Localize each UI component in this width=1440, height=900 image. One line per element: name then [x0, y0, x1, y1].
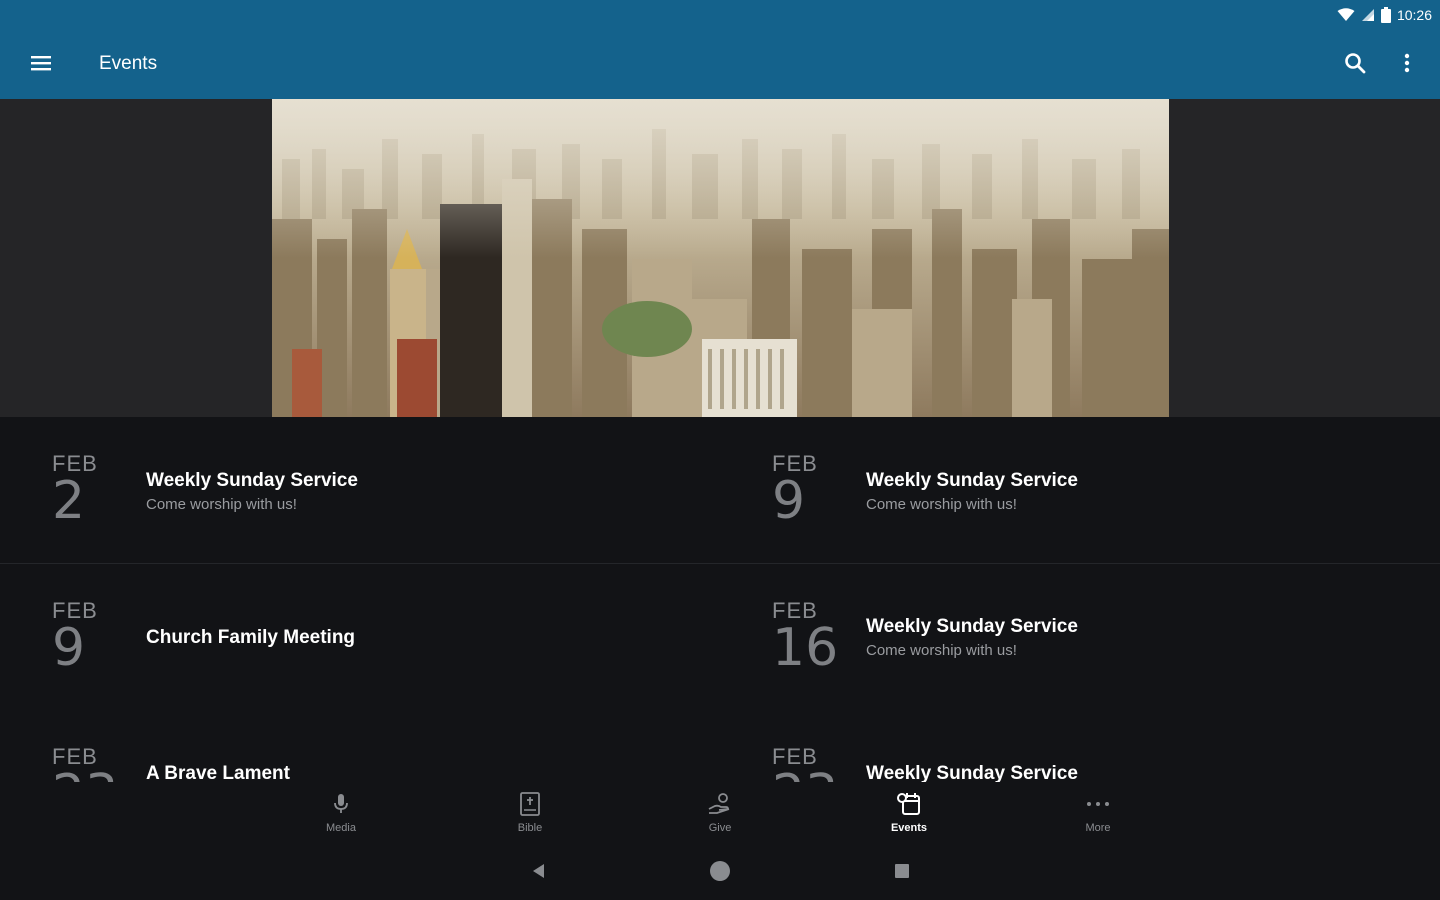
- nav-label: Give: [708, 822, 732, 834]
- event-title: Weekly Sunday Service: [866, 616, 1078, 637]
- recents-button[interactable]: [887, 858, 917, 888]
- give-hand-icon: [707, 790, 733, 818]
- home-button[interactable]: [705, 858, 735, 888]
- hero-image: [272, 99, 1169, 417]
- search-button[interactable]: [1338, 48, 1372, 82]
- menu-icon: [31, 55, 51, 76]
- event-card[interactable]: FEB 23 Weekly Sunday Service: [720, 710, 1440, 782]
- nav-label: More: [1085, 822, 1111, 834]
- event-day: 9: [52, 618, 86, 678]
- nav-label: Bible: [517, 822, 543, 834]
- status-bar: 10:26: [1337, 4, 1432, 26]
- menu-button[interactable]: [24, 48, 58, 82]
- more-vert-icon: [1404, 53, 1410, 78]
- city-skyline-image: [272, 99, 1169, 417]
- home-icon: [709, 860, 731, 887]
- nav-bible[interactable]: Bible: [490, 790, 570, 840]
- event-title: A Brave Lament: [146, 763, 290, 782]
- events-icon: [895, 790, 923, 818]
- event-day: 16: [772, 618, 839, 678]
- event-title: Church Family Meeting: [146, 627, 356, 648]
- battery-icon: [1380, 7, 1391, 23]
- event-title: Weekly Sunday Service: [866, 763, 1078, 782]
- events-list: FEB 2 Weekly Sunday Service Come worship…: [0, 417, 1440, 782]
- bottom-navigation: Media Bible Give Events More: [0, 782, 1440, 844]
- microphone-icon: [331, 790, 351, 818]
- nav-label: Events: [890, 822, 928, 834]
- event-day: 23: [772, 768, 842, 782]
- hero-band: [0, 99, 1440, 417]
- more-horiz-icon: [1086, 790, 1110, 818]
- nav-events[interactable]: Events: [869, 790, 949, 840]
- event-subtitle: Come worship with us!: [866, 496, 1017, 513]
- app-screen: 10:26 Events FEB 2 Weekly Sunday Service…: [0, 0, 1440, 900]
- nav-more[interactable]: More: [1058, 790, 1138, 840]
- system-navigation: [0, 844, 1440, 900]
- page-title: Events: [99, 53, 158, 74]
- wifi-icon: [1337, 8, 1355, 22]
- event-title: Weekly Sunday Service: [146, 470, 358, 491]
- event-card[interactable]: FEB 2 Weekly Sunday Service Come worship…: [0, 417, 720, 563]
- nav-give[interactable]: Give: [680, 790, 760, 840]
- status-time: 10:26: [1396, 7, 1432, 23]
- top-bar: 10:26 Events: [0, 0, 1440, 99]
- event-card[interactable]: FEB 23 A Brave Lament: [0, 710, 720, 782]
- event-day: 2: [52, 471, 86, 531]
- event-card[interactable]: FEB 9 Church Family Meeting: [0, 564, 720, 710]
- event-day: 23: [52, 768, 122, 782]
- event-card[interactable]: FEB 16 Weekly Sunday Service Come worshi…: [720, 564, 1440, 710]
- event-title: Weekly Sunday Service: [866, 470, 1078, 491]
- search-icon: [1344, 52, 1366, 79]
- nav-media[interactable]: Media: [301, 790, 381, 840]
- app-bar: Events: [0, 28, 1440, 99]
- nav-label: Media: [326, 822, 356, 834]
- event-subtitle: Come worship with us!: [866, 642, 1017, 659]
- bible-icon: [519, 790, 541, 818]
- event-day: 9: [772, 471, 806, 531]
- overflow-menu-button[interactable]: [1392, 48, 1422, 82]
- back-icon: [531, 863, 547, 884]
- back-button[interactable]: [524, 858, 554, 888]
- event-card[interactable]: FEB 9 Weekly Sunday Service Come worship…: [720, 417, 1440, 563]
- recents-icon: [894, 863, 910, 884]
- signal-icon: [1361, 8, 1375, 22]
- event-subtitle: Come worship with us!: [146, 496, 297, 513]
